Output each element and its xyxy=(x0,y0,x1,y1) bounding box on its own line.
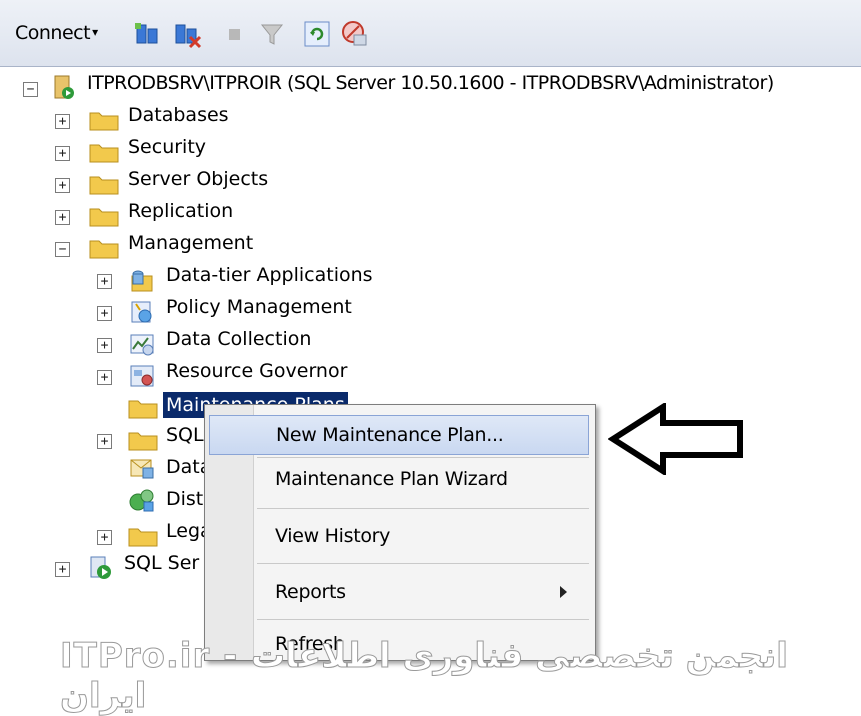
database-mail-icon xyxy=(130,459,154,479)
menu-separator xyxy=(257,563,589,564)
filter-icon[interactable] xyxy=(257,19,287,49)
expand-server-objects[interactable]: + xyxy=(55,178,70,193)
tree-node-data-tier-applications[interactable]: Data-tier Applications xyxy=(166,264,373,286)
tree-node-databases[interactable]: Databases xyxy=(128,104,229,126)
data-collection-icon xyxy=(130,334,154,356)
expand-sql-server-agent[interactable]: + xyxy=(55,562,70,577)
expand-sql-server-logs[interactable]: + xyxy=(97,434,112,449)
folder-icon xyxy=(89,176,119,195)
server-node-label[interactable]: ITPRODBSRV\ITPROIR (SQL Server 10.50.160… xyxy=(87,72,774,94)
expand-security[interactable]: + xyxy=(55,146,70,161)
menu-item-reports[interactable]: Reports xyxy=(209,573,589,613)
tree-node-data-collection[interactable]: Data Collection xyxy=(166,328,311,350)
watermark-text: ITPro.ir - انجمن تخصصی فناوری اطلاعات ای… xyxy=(60,636,788,716)
expand-replication[interactable]: + xyxy=(55,210,70,225)
connect-object-explorer-icon[interactable] xyxy=(133,19,163,49)
expand-resource-governor[interactable]: + xyxy=(97,370,112,385)
menu-item-new-maintenance-plan[interactable]: New Maintenance Plan... xyxy=(209,415,589,455)
tree-node-replication[interactable]: Replication xyxy=(128,200,233,222)
tree-node-distributed-transaction-coordinator[interactable]: Dist xyxy=(166,488,203,510)
dtc-icon xyxy=(129,489,154,512)
menu-item-label: View History xyxy=(275,525,391,547)
folder-icon xyxy=(89,112,119,131)
tree-node-sql-server-agent[interactable]: SQL Ser xyxy=(124,552,199,574)
expand-databases[interactable]: + xyxy=(55,114,70,129)
folder-icon xyxy=(89,208,119,227)
expand-policy-management[interactable]: + xyxy=(97,306,112,321)
folder-icon xyxy=(128,528,158,547)
stop-activity-icon[interactable] xyxy=(340,19,370,49)
disconnect-icon[interactable] xyxy=(172,19,202,49)
server-icon xyxy=(54,75,74,99)
refresh-icon[interactable] xyxy=(302,19,332,49)
menu-item-label: Reports xyxy=(275,581,346,603)
data-tier-icon xyxy=(131,270,153,292)
submenu-arrow-icon xyxy=(560,586,567,598)
connect-button[interactable]: Connect ▾ xyxy=(15,22,98,44)
pointer-arrow-icon xyxy=(608,403,743,475)
tree-node-management[interactable]: Management xyxy=(128,232,253,254)
policy-icon xyxy=(131,301,152,323)
stop-icon[interactable] xyxy=(220,19,250,49)
tree-node-policy-management[interactable]: Policy Management xyxy=(166,296,352,318)
expand-legacy[interactable]: + xyxy=(97,530,112,545)
connect-dropdown-icon[interactable]: ▾ xyxy=(92,25,98,39)
collapse-server-toggle[interactable]: − xyxy=(23,82,38,97)
menu-separator xyxy=(257,508,589,509)
resource-governor-icon xyxy=(130,365,154,387)
menu-item-label: New Maintenance Plan... xyxy=(276,424,504,446)
tree-node-sql-server-logs[interactable]: SQL xyxy=(166,424,204,446)
menu-item-maintenance-plan-wizard[interactable]: Maintenance Plan Wizard xyxy=(209,460,589,500)
object-explorer-toolbar: Connect ▾ xyxy=(0,0,861,67)
folder-icon xyxy=(89,144,119,163)
connect-label: Connect xyxy=(15,22,91,44)
menu-separator xyxy=(257,457,589,458)
menu-item-label: Maintenance Plan Wizard xyxy=(275,468,508,490)
folder-icon xyxy=(128,400,158,419)
expand-data-collection[interactable]: + xyxy=(97,338,112,353)
sql-server-agent-icon xyxy=(90,556,111,579)
expand-data-tier-applications[interactable]: + xyxy=(97,274,112,289)
folder-icon xyxy=(128,432,158,451)
tree-node-resource-governor[interactable]: Resource Governor xyxy=(166,360,347,382)
collapse-management[interactable]: − xyxy=(55,242,70,257)
tree-node-server-objects[interactable]: Server Objects xyxy=(128,168,268,190)
tree-node-security[interactable]: Security xyxy=(128,136,206,158)
menu-separator xyxy=(257,619,589,620)
menu-item-view-history[interactable]: View History xyxy=(209,517,589,557)
folder-icon xyxy=(89,240,119,259)
context-menu: New Maintenance Plan... Maintenance Plan… xyxy=(204,404,596,661)
